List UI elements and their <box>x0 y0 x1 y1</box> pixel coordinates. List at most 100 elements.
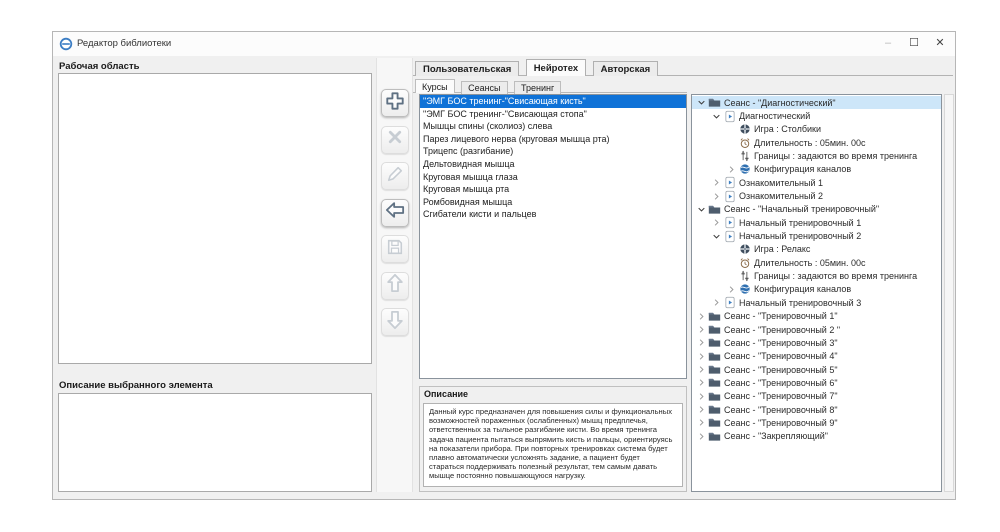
tree-row[interactable]: Ознакомительный 2 <box>692 189 941 202</box>
session-icon <box>722 230 737 243</box>
tree-row[interactable]: Сеанс - "Тренировочный 1" <box>692 310 941 323</box>
game-icon <box>737 243 752 255</box>
folder-icon <box>707 336 722 349</box>
tree-row[interactable]: Сеанс - "Тренировочный 2 " <box>692 323 941 336</box>
tree-row[interactable]: Начальный тренировочный 1 <box>692 216 941 229</box>
edit-button <box>381 162 409 190</box>
chevron-right-icon[interactable] <box>711 178 722 187</box>
copy-left-button[interactable] <box>381 199 409 227</box>
course-list-item[interactable]: Парез лицевого нерва (круговая мышца рта… <box>420 133 686 146</box>
tree-row[interactable]: Игра : Релакс <box>692 243 941 256</box>
tree-row[interactable]: Ознакомительный 1 <box>692 176 941 189</box>
tree-row-label: Сеанс - "Тренировочный 7" <box>724 391 838 401</box>
tree-row[interactable]: Начальный тренировочный 3 <box>692 296 941 309</box>
chevron-right-icon[interactable] <box>711 218 722 227</box>
course-list-item[interactable]: "ЭМГ БОС тренинг-"Свисающая стопа" <box>420 108 686 121</box>
chevron-down-icon[interactable] <box>711 232 722 241</box>
tree-row[interactable]: Конфигурация каналов <box>692 283 941 296</box>
chevron-right-icon[interactable] <box>696 432 707 441</box>
delete-button <box>381 126 409 154</box>
tree-row[interactable]: Сеанс - "Тренировочный 6" <box>692 376 941 389</box>
tab-sessions[interactable]: Сеансы <box>461 81 507 94</box>
tab-training[interactable]: Тренинг <box>514 81 561 94</box>
chevron-down-icon[interactable] <box>711 112 722 121</box>
session-icon <box>722 110 737 123</box>
selected-element-description-box[interactable] <box>58 393 372 492</box>
course-list-item[interactable]: Трицепс (разгибание) <box>420 145 686 158</box>
tree-row[interactable]: Игра : Столбики <box>692 123 941 136</box>
tree-row-label: Сеанс - "Тренировочный 2 " <box>724 325 840 335</box>
add-button[interactable] <box>381 89 409 117</box>
tree-row-label: Диагностический <box>739 111 810 121</box>
title-bar[interactable]: Редактор библиотеки – ☐ ✕ <box>53 32 955 56</box>
content-tabs: Курсы Сеансы Тренинг <box>413 77 687 93</box>
minimize-button[interactable]: – <box>875 32 901 56</box>
bounds-icon <box>737 270 752 282</box>
channels-icon <box>737 283 752 295</box>
tab-author[interactable]: Авторская <box>593 61 659 76</box>
tree-row[interactable]: Сеанс - "Закрепляющий" <box>692 430 941 443</box>
tree-scrollbar[interactable] <box>944 94 954 492</box>
course-list-item[interactable]: "ЭМГ БОС тренинг-"Свисающая кисть" <box>420 95 686 108</box>
chevron-down-icon[interactable] <box>696 98 707 107</box>
course-list-item[interactable]: Круговая мышца глаза <box>420 171 686 184</box>
screen: Редактор библиотеки – ☐ ✕ Рабочая област… <box>0 0 1000 532</box>
course-list-item[interactable]: Дельтовидная мышца <box>420 158 686 171</box>
close-button[interactable]: ✕ <box>927 32 953 56</box>
folder-icon <box>707 363 722 376</box>
description-panel: Описание Данный курс предназначен для по… <box>419 386 687 492</box>
tree-row[interactable]: Диагностический <box>692 109 941 122</box>
course-list-item[interactable]: Мышцы спины (сколиоз) слева <box>420 120 686 133</box>
game-icon <box>737 123 752 135</box>
chevron-right-icon[interactable] <box>726 165 737 174</box>
chevron-down-icon[interactable] <box>696 205 707 214</box>
tab-user[interactable]: Пользовательская <box>415 61 519 76</box>
chevron-right-icon[interactable] <box>711 298 722 307</box>
tree-row[interactable]: Начальный тренировочный 2 <box>692 229 941 242</box>
chevron-right-icon[interactable] <box>711 192 722 201</box>
tree-row-label: Ознакомительный 2 <box>739 191 823 201</box>
tree-row[interactable]: Длительность : 05мин. 00с <box>692 256 941 269</box>
tree-row[interactable]: Сеанс - "Тренировочный 5" <box>692 363 941 376</box>
tree-row[interactable]: Сеанс - "Тренировочный 7" <box>692 390 941 403</box>
tree-row[interactable]: Границы : задаются во время тренинга <box>692 149 941 162</box>
tree-row-label: Сеанс - "Тренировочный 6" <box>724 378 838 388</box>
tree-row[interactable]: Сеанс - "Тренировочный 9" <box>692 416 941 429</box>
course-list[interactable]: "ЭМГ БОС тренинг-"Свисающая кисть""ЭМГ Б… <box>419 94 687 379</box>
chevron-right-icon[interactable] <box>696 338 707 347</box>
chevron-right-icon[interactable] <box>696 418 707 427</box>
course-list-item[interactable]: Ромбовидная мышца <box>420 196 686 209</box>
working-area-list[interactable] <box>58 73 372 364</box>
session-icon <box>722 190 737 203</box>
chevron-right-icon[interactable] <box>696 312 707 321</box>
bounds-icon <box>737 150 752 162</box>
plus-icon <box>383 89 407 118</box>
tab-neurotech[interactable]: Нейротех <box>526 59 586 76</box>
library-tabs: Пользовательская Нейротех Авторская <box>413 58 953 76</box>
tree-row[interactable]: Сеанс - "Диагностический" <box>692 96 941 109</box>
chevron-right-icon[interactable] <box>696 325 707 334</box>
tree-row[interactable]: Сеанс - "Начальный тренировочный" <box>692 203 941 216</box>
chevron-right-icon[interactable] <box>696 365 707 374</box>
chevron-right-icon[interactable] <box>696 405 707 414</box>
tree-row[interactable]: Длительность : 05мин. 00с <box>692 136 941 149</box>
arrow-left-icon <box>383 198 407 227</box>
course-list-item[interactable]: Круговая мышца рта <box>420 183 686 196</box>
tree-row[interactable]: Сеанс - "Тренировочный 4" <box>692 350 941 363</box>
tree-row-label: Сеанс - "Тренировочный 1" <box>724 311 838 321</box>
chevron-right-icon[interactable] <box>696 352 707 361</box>
chevron-right-icon[interactable] <box>696 378 707 387</box>
tree-row[interactable]: Сеанс - "Тренировочный 8" <box>692 403 941 416</box>
tree-row[interactable]: Границы : задаются во время тренинга <box>692 269 941 282</box>
maximize-button[interactable]: ☐ <box>901 32 927 56</box>
folder-icon <box>707 390 722 403</box>
tab-courses[interactable]: Курсы <box>415 79 455 93</box>
chevron-right-icon[interactable] <box>696 392 707 401</box>
clock-icon <box>737 257 752 269</box>
pencil-icon <box>384 163 406 190</box>
session-tree[interactable]: Сеанс - "Диагностический" Диагностический… <box>691 94 942 492</box>
tree-row[interactable]: Сеанс - "Тренировочный 3" <box>692 336 941 349</box>
course-list-item[interactable]: Сгибатели кисти и пальцев <box>420 208 686 221</box>
tree-row[interactable]: Конфигурация каналов <box>692 163 941 176</box>
chevron-right-icon[interactable] <box>726 285 737 294</box>
